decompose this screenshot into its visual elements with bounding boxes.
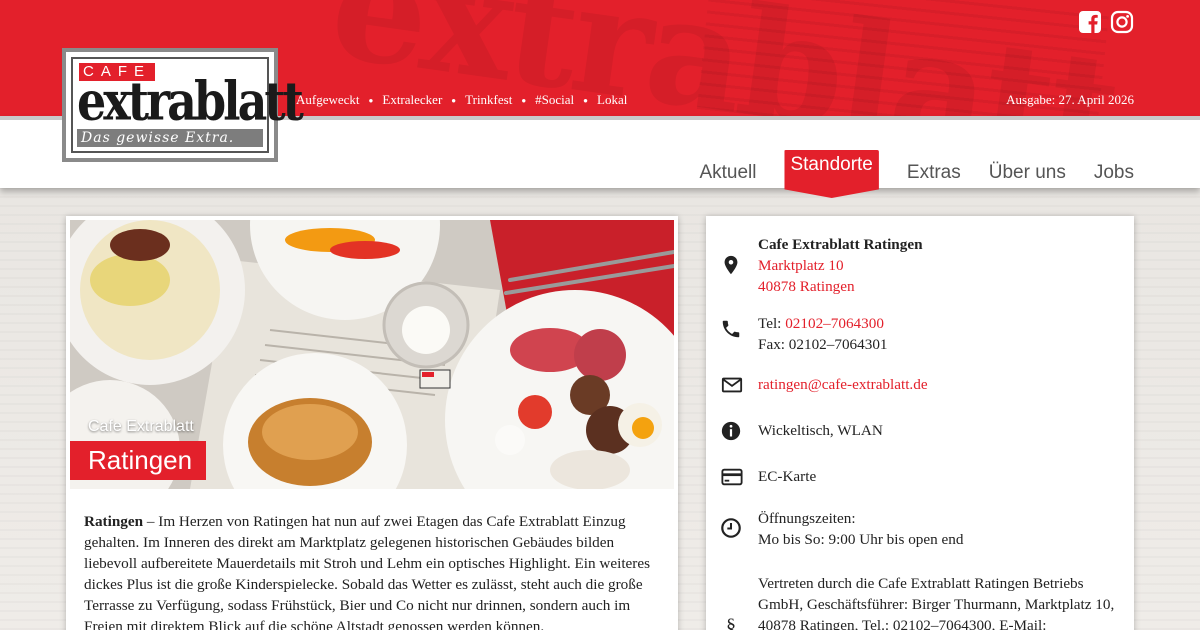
- info-icon: [721, 421, 741, 441]
- nav-item-extras[interactable]: Extras: [907, 162, 961, 184]
- logo-wordmark: extrablatt: [77, 69, 304, 132]
- address-city-link[interactable]: 40878 Ratingen: [758, 276, 1116, 297]
- mail-icon: [721, 377, 743, 393]
- tagline-link-aufgeweckt[interactable]: Aufgeweckt: [296, 92, 360, 108]
- tagline-link-lokal[interactable]: Lokal: [597, 92, 627, 108]
- tagline-link-social[interactable]: #Social: [535, 92, 574, 108]
- fax-line: Fax: 02102–7064301: [758, 336, 888, 353]
- edition-date: Ausgabe: 27. April 2026: [1006, 92, 1134, 107]
- features-text: Wickeltisch, WLAN: [758, 422, 883, 439]
- location-description-card: Cafe Extrablatt Ratingen Ratingen – Im H…: [66, 216, 678, 630]
- phone-link[interactable]: 02102–7064300: [785, 315, 884, 332]
- tagline-link-trinkfest[interactable]: Trinkfest: [465, 92, 512, 108]
- description-lead: Ratingen: [84, 513, 144, 530]
- phone-block: Tel: 02102–7064300 Fax: 02102–7064301: [722, 313, 1116, 355]
- nav-item-jobs[interactable]: Jobs: [1094, 162, 1134, 184]
- logo-frame: CAFE extrablatt Das gewisse Extra.: [71, 57, 304, 153]
- hours-block: Öffnungszeiten: Mo bis So: 9:00 Uhr bis …: [721, 508, 1116, 550]
- location-description: Ratingen – Im Herzen von Ratingen hat nu…: [70, 489, 674, 630]
- tagline-nav: Aufgeweckt ● Extralecker ● Trinkfest ● #…: [296, 92, 627, 108]
- description-text: – Im Herzen von Ratingen hat nun auf zwe…: [84, 513, 651, 630]
- phone-icon: [722, 320, 740, 338]
- hero-subtitle: Cafe Extrablatt: [88, 418, 194, 435]
- bullet-separator: ●: [521, 95, 527, 105]
- payment-block: EC-Karte: [721, 466, 1116, 487]
- tagline-link-extralecker[interactable]: Extralecker: [382, 92, 442, 108]
- nav-item-standorte[interactable]: Standorte: [784, 150, 879, 198]
- hours-label: Öffnungszeiten:: [758, 510, 856, 527]
- facebook-icon[interactable]: [1078, 10, 1102, 34]
- bullet-separator: ●: [368, 95, 374, 105]
- legal-text: Vertreten durch die Cafe Extrablatt Rati…: [758, 575, 1115, 630]
- clock-icon: [721, 518, 741, 538]
- legal-block: § Vertreten durch die Cafe Extrablatt Ra…: [726, 573, 1116, 630]
- address-block: Cafe Extrablatt Ratingen Marktplatz 10 4…: [724, 234, 1116, 297]
- credit-card-icon: [721, 468, 743, 486]
- instagram-icon[interactable]: [1110, 10, 1134, 34]
- nav-item-ueber-uns[interactable]: Über uns: [989, 162, 1066, 184]
- bullet-separator: ●: [583, 95, 589, 105]
- social-links: [1078, 10, 1134, 34]
- features-block: Wickeltisch, WLAN: [721, 420, 1116, 441]
- hero-title: Ratingen: [70, 441, 207, 480]
- paragraph-icon: §: [726, 615, 736, 630]
- location-info-card: Cafe Extrablatt Ratingen Marktplatz 10 4…: [706, 216, 1134, 630]
- map-pin-icon: [724, 255, 738, 275]
- email-block: ratingen@cafe-extrablatt.de: [721, 374, 1116, 395]
- main-nav: Aktuell Standorte Extras Über uns Jobs: [699, 148, 1134, 198]
- location-name: Cafe Extrablatt Ratingen: [758, 236, 923, 253]
- logo[interactable]: CAFE extrablatt Das gewisse Extra.: [62, 48, 304, 162]
- address-street-link[interactable]: Marktplatz 10: [758, 255, 1116, 276]
- logo-slogan: Das gewisse Extra.: [77, 129, 263, 147]
- nav-item-aktuell[interactable]: Aktuell: [699, 162, 756, 184]
- email-link[interactable]: ratingen@cafe-extrablatt.de: [758, 374, 1116, 395]
- bullet-separator: ●: [451, 95, 457, 105]
- hours-text: Mo bis So: 9:00 Uhr bis open end: [758, 531, 964, 548]
- hero-image: Cafe Extrablatt Ratingen: [70, 220, 674, 489]
- payment-text: EC-Karte: [758, 468, 817, 485]
- tel-label: Tel:: [758, 315, 786, 332]
- phone-line: Tel: 02102–7064300: [758, 313, 1116, 334]
